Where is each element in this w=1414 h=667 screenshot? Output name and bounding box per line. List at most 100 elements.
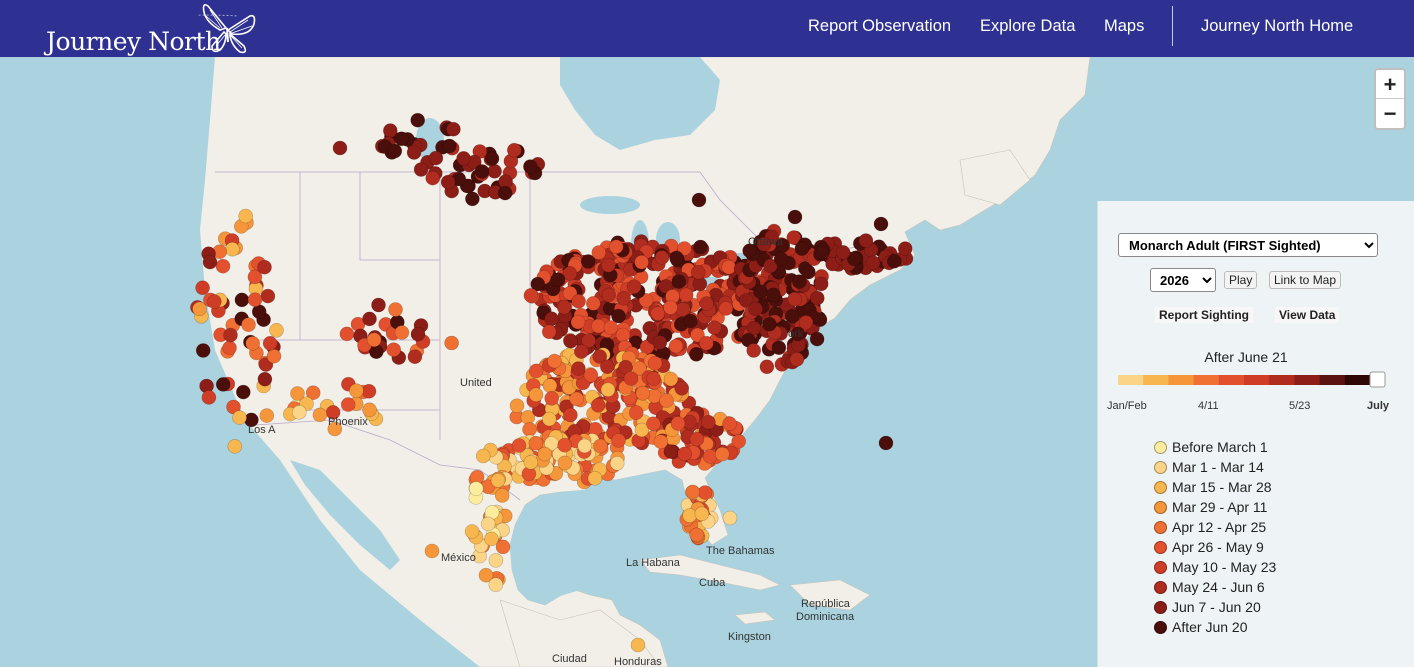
sighting-marker[interactable] [761, 316, 777, 332]
sighting-marker[interactable] [257, 259, 272, 275]
zoom-out-button[interactable]: − [1376, 99, 1404, 128]
sighting-marker[interactable] [603, 320, 619, 335]
sighting-marker[interactable] [550, 272, 566, 288]
sighting-marker[interactable] [490, 473, 506, 488]
sighting-marker[interactable] [683, 313, 698, 329]
sighting-marker[interactable] [410, 112, 426, 128]
sighting-marker[interactable] [718, 301, 734, 316]
sighting-marker[interactable] [654, 250, 670, 265]
sighting-marker[interactable] [232, 410, 247, 425]
sighting-marker[interactable] [238, 208, 253, 224]
sighting-marker[interactable] [690, 264, 706, 280]
sighting-marker[interactable] [425, 170, 441, 186]
sighting-marker[interactable] [456, 151, 471, 166]
sighting-marker[interactable] [511, 438, 527, 453]
sighting-marker[interactable] [623, 371, 639, 386]
link-to-map-button[interactable]: Link to Map [1269, 271, 1342, 289]
sighting-marker[interactable] [528, 387, 544, 403]
sighting-marker[interactable] [599, 359, 615, 375]
sighting-marker[interactable] [484, 151, 500, 166]
sighting-marker[interactable] [541, 324, 557, 340]
sighting-marker[interactable] [694, 506, 710, 522]
sighting-marker[interactable] [652, 335, 668, 350]
sighting-marker[interactable] [465, 191, 480, 207]
sighting-marker[interactable] [366, 332, 382, 348]
sighting-marker[interactable] [787, 209, 803, 225]
sighting-marker[interactable] [685, 484, 701, 500]
sighting-marker[interactable] [635, 385, 651, 401]
sighting-marker[interactable] [771, 340, 787, 356]
sighting-marker[interactable] [339, 326, 355, 342]
sighting-marker[interactable] [488, 577, 504, 593]
sighting-marker[interactable] [215, 377, 231, 392]
sighting-marker[interactable] [722, 416, 737, 432]
sighting-marker[interactable] [247, 292, 263, 308]
timeline-handle[interactable] [1369, 371, 1386, 388]
sighting-marker[interactable] [814, 245, 830, 260]
sighting-marker[interactable] [537, 446, 553, 462]
sighting-marker[interactable] [858, 233, 874, 248]
sighting-marker[interactable] [413, 162, 429, 177]
report-sighting-button[interactable]: Report Sighting [1155, 307, 1253, 323]
sighting-marker[interactable] [601, 287, 617, 303]
zoom-in-button[interactable]: + [1376, 70, 1404, 99]
sighting-marker[interactable] [523, 159, 538, 174]
sighting-marker[interactable] [668, 338, 684, 354]
sighting-marker[interactable] [886, 253, 902, 269]
journey-north-logo[interactable]: Journey North [46, 4, 256, 54]
sighting-marker[interactable] [669, 250, 684, 266]
sighting-marker[interactable] [663, 444, 679, 459]
nav-maps[interactable]: Maps [1104, 17, 1144, 36]
sighting-marker[interactable] [671, 274, 687, 289]
sighting-marker[interactable] [571, 361, 586, 376]
sighting-marker[interactable] [689, 431, 705, 447]
sighting-marker[interactable] [464, 524, 480, 539]
play-button[interactable]: Play [1224, 271, 1258, 289]
sighting-marker[interactable] [260, 288, 276, 304]
sighting-marker[interactable] [691, 192, 707, 208]
sighting-marker[interactable] [195, 343, 211, 358]
sighting-marker[interactable] [195, 280, 210, 296]
sighting-marker[interactable] [570, 314, 586, 330]
sighting-marker[interactable] [497, 185, 513, 201]
sighting-marker[interactable] [487, 164, 502, 179]
sighting-marker[interactable] [670, 416, 686, 431]
sighting-marker[interactable] [446, 121, 461, 137]
sighting-marker[interactable] [809, 290, 825, 306]
sighting-marker[interactable] [873, 216, 889, 232]
sighting-marker[interactable] [406, 145, 422, 160]
sighting-marker[interactable] [542, 378, 558, 393]
sighting-marker[interactable] [495, 539, 511, 555]
sighting-marker[interactable] [444, 335, 459, 351]
sighting-marker[interactable] [583, 367, 599, 383]
sighting-marker[interactable] [312, 407, 328, 423]
sighting-marker[interactable] [748, 301, 763, 317]
sighting-marker[interactable] [362, 311, 377, 327]
sighting-marker[interactable] [522, 422, 537, 437]
sighting-marker[interactable] [590, 397, 606, 413]
timeline-slider[interactable] [1118, 371, 1388, 393]
sighting-marker[interactable] [611, 433, 626, 448]
nav-explore-data[interactable]: Explore Data [980, 17, 1075, 36]
sighting-marker[interactable] [257, 371, 273, 387]
sighting-marker[interactable] [794, 241, 810, 256]
sighting-marker[interactable] [225, 241, 240, 257]
sighting-marker[interactable] [609, 455, 625, 471]
sighting-marker[interactable] [699, 335, 714, 351]
sighting-marker[interactable] [574, 344, 589, 359]
sighting-marker[interactable] [523, 454, 539, 470]
sighting-marker[interactable] [835, 245, 851, 260]
sighting-marker[interactable] [557, 455, 573, 471]
sighting-marker[interactable] [569, 391, 584, 407]
sighting-marker[interactable] [628, 405, 644, 420]
sighting-marker[interactable] [585, 296, 601, 311]
sighting-marker[interactable] [236, 384, 251, 400]
sighting-marker[interactable] [663, 371, 679, 387]
nav-journey-north-home[interactable]: Journey North Home [1201, 17, 1353, 36]
sighting-marker[interactable] [721, 259, 737, 275]
sighting-marker[interactable] [223, 327, 238, 343]
sighting-marker[interactable] [528, 363, 544, 379]
sighting-marker[interactable] [634, 254, 649, 270]
sighting-marker[interactable] [731, 433, 747, 449]
sighting-marker[interactable] [509, 398, 525, 414]
